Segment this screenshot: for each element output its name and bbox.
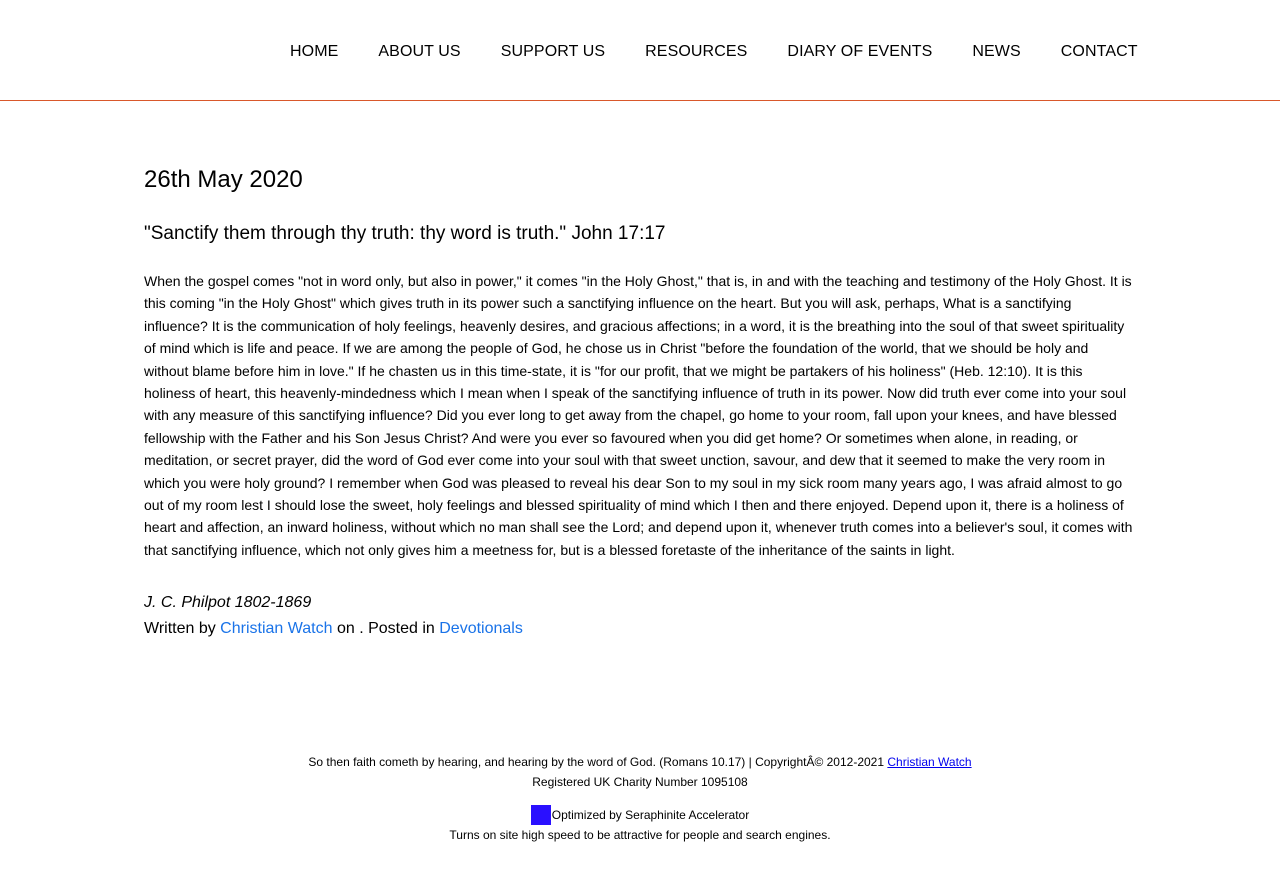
post-author: J. C. Philpot 1802-1869 [144, 594, 312, 611]
main-nav: HOME ABOUT US SUPPORT US RESOURCES DIARY… [290, 42, 1138, 62]
optimizer-tagline: Turns on site high speed to be attractiv… [449, 827, 831, 842]
author-link[interactable]: Christian Watch [220, 620, 332, 637]
post-quote: "Sanctify them through thy truth: thy wo… [144, 223, 666, 244]
written-by-label: Written by [144, 620, 221, 637]
nav-diary-of-events[interactable]: DIARY OF EVENTS [787, 42, 932, 62]
footer-verse: So then faith cometh by hearing, and hea… [308, 755, 888, 769]
posted-in-label: on . Posted in [332, 620, 440, 637]
optimizer-line: Optimized by Seraphinite Accelerator [0, 804, 1280, 825]
footer-verse-line: So then faith cometh by hearing, and hea… [0, 752, 1280, 772]
category-link[interactable]: Devotionals [439, 620, 523, 637]
nav-resources[interactable]: RESOURCES [645, 42, 747, 62]
post-meta: Written by Christian Watch on . Posted i… [144, 619, 523, 639]
nav-contact[interactable]: CONTACT [1061, 42, 1138, 62]
nav-support-us[interactable]: SUPPORT US [501, 42, 605, 62]
site-footer: So then faith cometh by hearing, and hea… [0, 752, 1280, 845]
post-date: 26th May 2020 [144, 166, 303, 193]
nav-news[interactable]: NEWS [972, 42, 1020, 62]
footer-copyright-link[interactable]: Christian Watch [887, 755, 971, 769]
optimizer-label[interactable]: Optimized by Seraphinite Accelerator [552, 808, 749, 822]
post-body: When the gospel comes "not in word only,… [144, 273, 1133, 558]
optimizer-badge-icon[interactable] [530, 804, 551, 825]
footer-charity: Registered UK Charity Number 1095108 [532, 775, 748, 789]
nav-home[interactable]: HOME [290, 42, 338, 62]
nav-about-us[interactable]: ABOUT US [378, 42, 460, 62]
site-header: HOME ABOUT US SUPPORT US RESOURCES DIARY… [0, 0, 1280, 101]
